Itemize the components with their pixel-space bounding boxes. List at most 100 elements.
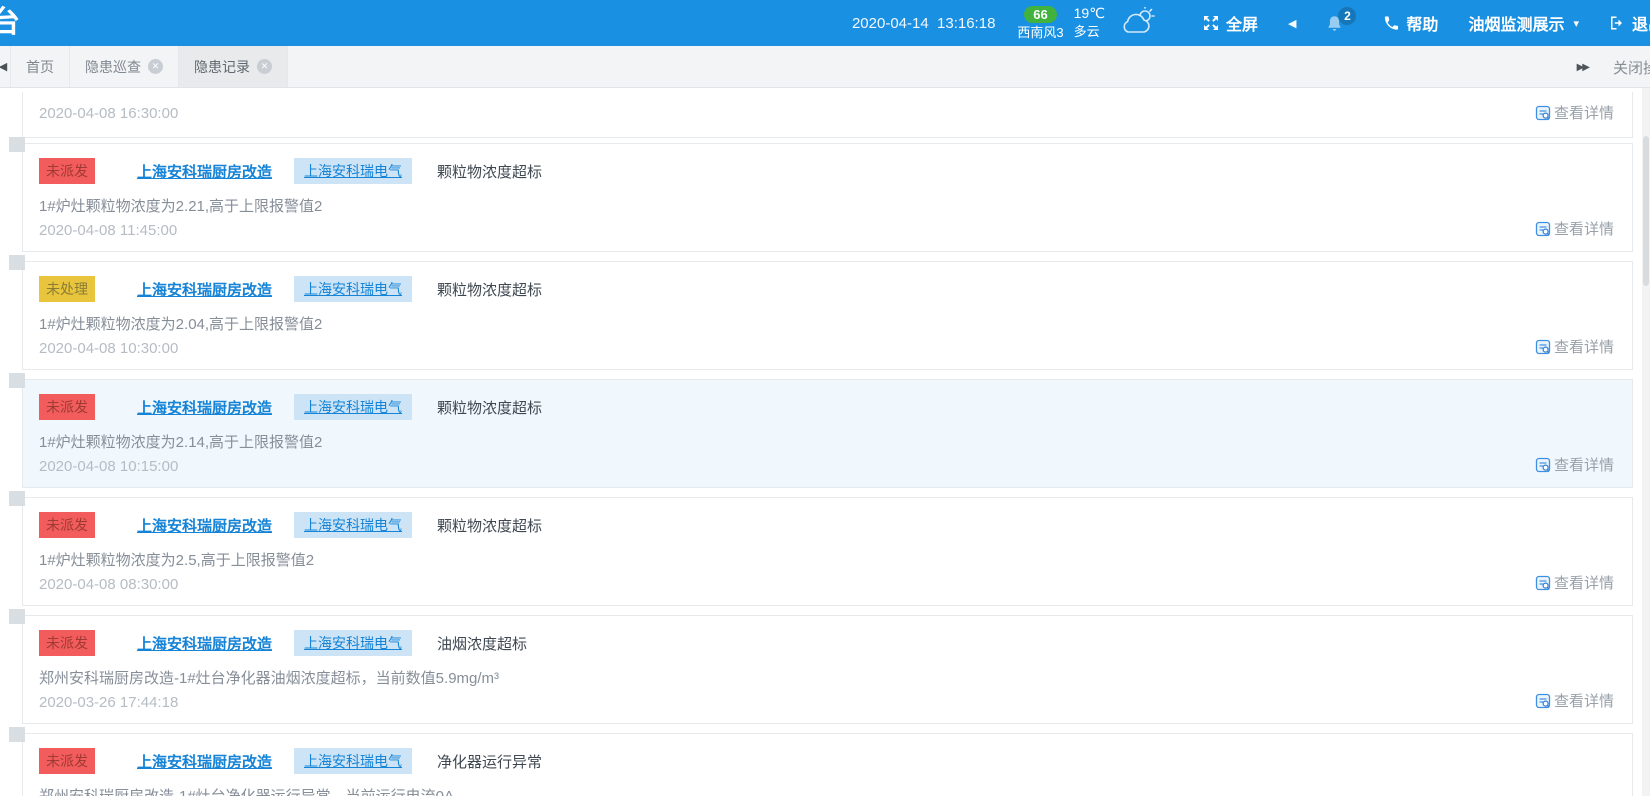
corner-marker — [9, 373, 25, 388]
view-detail-label: 查看详情 — [1554, 102, 1614, 123]
hazard-description: 1#炉灶颗粒物浓度为2.21,高于上限报警值2 — [39, 195, 322, 216]
weather-widget: 66 西南风3 19℃ 多云 — [1017, 5, 1157, 41]
hazard-description: 1#炉灶颗粒物浓度为2.5,高于上限报警值2 — [39, 549, 314, 570]
view-detail-label: 查看详情 — [1554, 690, 1614, 711]
aqi-badge: 66 — [1024, 6, 1056, 23]
topbar-menu: 全屏 ◀ 2 帮助 油烟监测展示 ▾ — [1203, 11, 1650, 35]
view-detail-link[interactable]: 查看详情 — [1535, 336, 1614, 357]
detail-doc-icon — [1535, 339, 1551, 355]
logout-label: 退出 — [1632, 11, 1650, 35]
project-link[interactable]: 上海安科瑞厨房改造 — [137, 751, 272, 772]
project-link[interactable]: 上海安科瑞厨房改造 — [137, 515, 272, 536]
view-detail-label: 查看详情 — [1554, 336, 1614, 357]
notification-count-badge: 2 — [1338, 7, 1356, 25]
app-screen: 台 2020-04-14 13:16:18 66 西南风3 19℃ 多云 — [0, 0, 1650, 796]
status-badge: 未派发 — [39, 512, 95, 538]
project-link[interactable]: 上海安科瑞厨房改造 — [137, 633, 272, 654]
record-time: 2020-04-08 08:30:00 — [39, 576, 178, 593]
view-detail-label: 查看详情 — [1554, 218, 1614, 239]
hazard-type: 颗粒物浓度超标 — [437, 515, 542, 536]
wind-label: 西南风3 — [1017, 26, 1063, 41]
record-header-row: 未派发 上海安科瑞厨房改造 上海安科瑞电气 颗粒物浓度超标 — [39, 512, 542, 538]
mute-toggle[interactable]: ◀ — [1288, 17, 1296, 30]
tab-close-icon[interactable]: ✕ — [257, 59, 272, 74]
condition-label: 多云 — [1074, 25, 1100, 40]
record-time: 2020-04-08 10:30:00 — [39, 340, 178, 357]
hazard-type: 颗粒物浓度超标 — [437, 397, 542, 418]
detail-doc-icon — [1535, 693, 1551, 709]
tab-bar: ◀ 首页 隐患巡查 ✕ 隐患记录 ✕ ▶▶ 关闭操作 — [0, 46, 1650, 88]
weather-aqi-wind: 66 西南风3 — [1017, 5, 1063, 41]
detail-doc-icon — [1535, 457, 1551, 473]
monitor-display-dropdown[interactable]: 油烟监测展示 ▾ — [1468, 11, 1579, 35]
tab-home-label: 首页 — [26, 57, 54, 77]
record-header-row: 未派发 上海安科瑞厨房改造 上海安科瑞电气 净化器运行异常 — [39, 748, 542, 774]
status-badge: 未派发 — [39, 158, 95, 184]
status-badge: 未派发 — [39, 630, 95, 656]
company-tag[interactable]: 上海安科瑞电气 — [294, 158, 412, 184]
corner-marker — [9, 727, 25, 742]
close-operations-menu[interactable]: 关闭操作 — [1613, 46, 1650, 88]
record-header-row: 未派发 上海安科瑞厨房改造 上海安科瑞电气 油烟浓度超标 — [39, 630, 527, 656]
corner-marker — [9, 255, 25, 270]
view-detail-link[interactable]: 查看详情 — [1535, 102, 1614, 123]
tab-hazard-records[interactable]: 隐患记录 ✕ — [179, 46, 288, 87]
company-tag[interactable]: 上海安科瑞电气 — [294, 748, 412, 774]
record-header-row: 未派发 上海安科瑞厨房改造 上海安科瑞电气 颗粒物浓度超标 — [39, 158, 542, 184]
notifications-button[interactable]: 2 — [1326, 15, 1343, 32]
help-button[interactable]: 帮助 — [1383, 11, 1438, 35]
record-header-row: 未处理 上海安科瑞厨房改造 上海安科瑞电气 颗粒物浓度超标 — [39, 276, 542, 302]
help-label: 帮助 — [1406, 11, 1438, 35]
vertical-scrollbar[interactable] — [1642, 88, 1650, 796]
project-link[interactable]: 上海安科瑞厨房改造 — [137, 279, 272, 300]
logout-button[interactable]: 退出 — [1609, 11, 1650, 35]
project-link[interactable]: 上海安科瑞厨房改造 — [137, 161, 272, 182]
tab-close-icon[interactable]: ✕ — [148, 59, 163, 74]
phone-icon — [1383, 15, 1399, 31]
hazard-description: 1#炉灶颗粒物浓度为2.14,高于上限报警值2 — [39, 431, 322, 452]
project-link[interactable]: 上海安科瑞厨房改造 — [137, 397, 272, 418]
view-detail-label: 查看详情 — [1554, 572, 1614, 593]
monitor-display-label: 油烟监测展示 — [1468, 11, 1564, 35]
record-card: 未派发 上海安科瑞厨房改造 上海安科瑞电气 颗粒物浓度超标 1#炉灶颗粒物浓度为… — [22, 143, 1633, 252]
detail-doc-icon — [1535, 105, 1551, 121]
record-time: 2020-04-08 16:30:00 — [39, 105, 178, 122]
record-card: 未派发 上海安科瑞厨房改造 上海安科瑞电气 颗粒物浓度超标 1#炉灶颗粒物浓度为… — [22, 379, 1633, 488]
corner-marker — [9, 137, 25, 152]
scrollbar-thumb[interactable] — [1643, 136, 1649, 286]
record-card: 未处理 上海安科瑞厨房改造 上海安科瑞电气 颗粒物浓度超标 1#炉灶颗粒物浓度为… — [22, 261, 1633, 370]
status-badge: 未处理 — [39, 276, 95, 302]
tab-scroll-right-icon[interactable]: ▶▶ — [1577, 46, 1588, 88]
tab-scroll-left-icon[interactable]: ◀ — [0, 46, 10, 87]
record-card: 2020-04-08 16:30:00 查看详情 — [22, 92, 1633, 138]
tab-home[interactable]: 首页 — [10, 46, 70, 87]
view-detail-link[interactable]: 查看详情 — [1535, 690, 1614, 711]
detail-doc-icon — [1535, 575, 1551, 591]
hazard-type: 油烟浓度超标 — [437, 633, 527, 654]
hazard-type: 颗粒物浓度超标 — [437, 279, 542, 300]
view-detail-link[interactable]: 查看详情 — [1535, 454, 1614, 475]
cloud-sun-icon — [1119, 7, 1157, 40]
temperature-label: 19℃ — [1074, 5, 1105, 21]
fullscreen-label: 全屏 — [1226, 11, 1258, 35]
tab-hazard-records-label: 隐患记录 — [194, 57, 250, 77]
view-detail-label: 查看详情 — [1554, 454, 1614, 475]
company-tag[interactable]: 上海安科瑞电气 — [294, 512, 412, 538]
view-detail-link[interactable]: 查看详情 — [1535, 218, 1614, 239]
record-time: 2020-03-26 17:44:18 — [39, 694, 178, 711]
company-tag[interactable]: 上海安科瑞电气 — [294, 630, 412, 656]
fullscreen-button[interactable]: 全屏 — [1203, 11, 1258, 35]
speaker-mute-icon: ◀ — [1288, 17, 1296, 30]
view-detail-link[interactable]: 查看详情 — [1535, 572, 1614, 593]
record-time: 2020-04-08 10:15:00 — [39, 458, 178, 475]
record-card: 未派发 上海安科瑞厨房改造 上海安科瑞电气 颗粒物浓度超标 1#炉灶颗粒物浓度为… — [22, 497, 1633, 606]
hazard-type: 净化器运行异常 — [437, 751, 542, 772]
company-tag[interactable]: 上海安科瑞电气 — [294, 394, 412, 420]
record-time: 2020-04-08 11:45:00 — [39, 222, 177, 239]
status-badge: 未派发 — [39, 394, 95, 420]
tab-hazard-patrol[interactable]: 隐患巡查 ✕ — [70, 46, 179, 87]
record-list: 2020-04-08 16:30:00 查看详情 未派发 上海安科瑞厨房改造 上… — [0, 88, 1650, 796]
hazard-type: 颗粒物浓度超标 — [437, 161, 542, 182]
company-tag[interactable]: 上海安科瑞电气 — [294, 276, 412, 302]
record-header-row: 未派发 上海安科瑞厨房改造 上海安科瑞电气 颗粒物浓度超标 — [39, 394, 542, 420]
